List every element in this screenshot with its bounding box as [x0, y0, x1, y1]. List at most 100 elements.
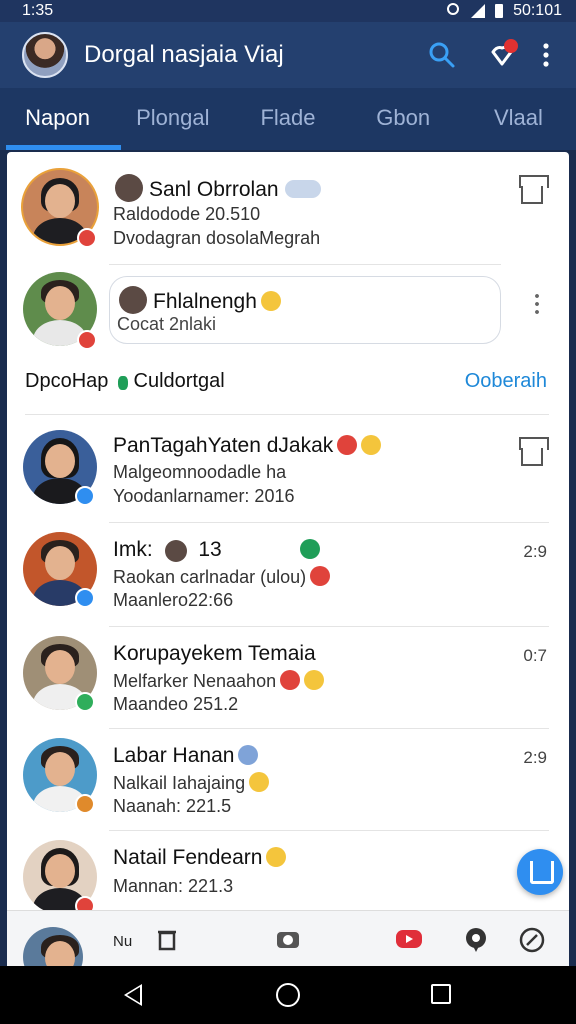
chat-time: 2:9 — [523, 542, 547, 561]
compose-fab[interactable] — [517, 849, 563, 895]
emoji-icon — [304, 670, 325, 690]
signal-icon — [471, 4, 486, 18]
story-name-line: Sanl Obrrolan — [115, 174, 321, 202]
camera-icon[interactable] — [275, 927, 299, 951]
chat-meta: Maanlero22:66 — [113, 590, 234, 610]
home-circle-icon[interactable] — [276, 983, 300, 1007]
notification-badge — [504, 39, 518, 53]
story-line2: Dvodagran dosolaMegrah — [113, 228, 321, 248]
more-vertical-icon[interactable] — [535, 292, 539, 314]
app-bar: Dorgal nasjaia Viaj — [0, 22, 576, 88]
chat-preview: Melfarker Nenaahon — [113, 671, 277, 691]
chat-preview: Mannan: 221.3 — [113, 876, 234, 896]
chat-list-item[interactable]: Labar Hanan 2:9 Nalkail Iahajaing Naanah… — [7, 730, 569, 832]
divider — [109, 830, 549, 831]
status-time: 1:35 — [22, 2, 54, 19]
section-title-text: DpcoHap — [25, 370, 109, 392]
home-icon[interactable] — [521, 186, 543, 204]
chat-meta: Maandeo 251.2 — [113, 694, 239, 714]
composer-name-line: Fhlalnengh — [119, 286, 281, 314]
chat-name: Korupayekem Temaia — [113, 642, 316, 665]
chat-name-line: PanTagahYaten dJakak — [113, 434, 382, 458]
video-icon[interactable] — [395, 927, 422, 951]
chat-name: Imk: — [113, 538, 153, 561]
chat-preview: Malgeomnoodadle ha — [113, 462, 287, 482]
chat-time: 0:7 — [523, 646, 547, 665]
status-badge — [75, 692, 95, 712]
chat-preview-line: Raokan carlnadar (ulou) — [113, 566, 331, 588]
story-row[interactable]: Sanl Obrrolan Raldodode 20.510 Dvodagran… — [7, 152, 569, 262]
chat-meta: Yoodanlarnamer: 2016 — [113, 486, 295, 506]
story-line1: Raldodode 20.510 — [113, 204, 261, 224]
status-badge — [77, 330, 97, 350]
chat-name-extra: 13 — [198, 538, 222, 561]
section-title-suffix: Culdortgal — [133, 370, 225, 392]
emoji-icon — [280, 670, 301, 690]
status-badge — [75, 794, 95, 814]
tab-plongal[interactable]: Plongal — [115, 88, 230, 150]
app-title: Dorgal nasjaia Viaj — [84, 41, 284, 68]
composer-input[interactable]: Cocat 2nlaki — [117, 314, 216, 335]
notifications-button[interactable] — [482, 35, 522, 75]
emoji-icon — [310, 566, 331, 586]
divider — [25, 414, 549, 415]
tab-bar: Napon Plongal Flade Gbon Vlaal — [0, 88, 576, 150]
profile-avatar[interactable] — [22, 32, 68, 78]
tab-gbon[interactable]: Gbon — [346, 88, 461, 150]
tab-vlaal[interactable]: Vlaal — [461, 88, 576, 150]
chat-name: Natail Fendearn — [113, 846, 263, 869]
chat-name: PanTagahYaten dJakak — [113, 434, 334, 457]
bottom-label: Nu — [113, 933, 133, 950]
battery-icon — [495, 4, 504, 18]
emoji-icon — [249, 772, 270, 792]
status-bar: 1:35 50:101 — [0, 0, 576, 22]
chat-list-item[interactable]: PanTagahYaten dJakak Malgeomnoodadle ha … — [7, 420, 569, 522]
composer-name: Fhlalnengh — [153, 290, 257, 313]
mini-avatar — [115, 174, 143, 202]
search-icon — [429, 42, 455, 68]
chat-preview-line: Melfarker Nenaahon — [113, 670, 325, 692]
chat-preview-line: Nalkail Iahajaing — [113, 772, 270, 794]
back-icon[interactable] — [124, 984, 142, 1006]
chat-time: 2:9 — [523, 748, 547, 767]
status-badge — [75, 588, 95, 608]
mini-avatar — [119, 286, 147, 314]
chat-list-item[interactable]: Natail Fendearn Mannan: 221.3 — [7, 832, 569, 916]
tab-napon[interactable]: Napon — [0, 88, 122, 150]
section-title: DpcoHap Culdortgal — [25, 370, 225, 393]
chat-preview: Raokan carlnadar (ulou) — [113, 567, 307, 587]
section-link[interactable]: Ooberaih — [465, 370, 547, 393]
emoji-icon — [260, 291, 281, 311]
chat-name-line: Imk: 13 — [113, 538, 320, 562]
emoji-icon — [337, 435, 358, 455]
recents-icon[interactable] — [431, 984, 451, 1004]
tab-flade[interactable]: Flade — [230, 88, 345, 150]
chat-meta: Naanah: 221.5 — [113, 796, 232, 816]
bottom-navigation: Nu — [7, 910, 569, 987]
chat-preview: Nalkail Iahajaing — [113, 773, 246, 793]
chat-bubble-icon[interactable] — [463, 927, 487, 952]
chat-name-line: Natail Fendearn — [113, 846, 287, 870]
more-vertical-icon — [543, 43, 549, 67]
overflow-menu-button[interactable] — [534, 35, 558, 75]
mute-icon — [238, 745, 259, 765]
trash-icon[interactable] — [155, 927, 179, 951]
chat-name-line: Labar Hanan — [113, 744, 259, 768]
search-button[interactable] — [422, 35, 462, 75]
divider — [109, 522, 549, 523]
divider — [109, 264, 501, 265]
chat-list-panel: Sanl Obrrolan Raldodode 20.510 Dvodagran… — [7, 152, 569, 965]
chat-name: Labar Hanan — [113, 744, 235, 767]
verified-pill-icon — [284, 180, 321, 198]
status-right-text: 50:101 — [513, 2, 562, 19]
status-badge — [75, 486, 95, 506]
compass-icon[interactable] — [519, 927, 545, 953]
status-icons: 50:101 — [445, 1, 562, 22]
home-icon[interactable] — [521, 448, 543, 466]
emoji-icon — [361, 435, 382, 455]
chat-list-item[interactable]: Imk: 13 2:9 Raokan carlnadar (ulou) Maan… — [7, 524, 569, 626]
divider — [109, 626, 549, 627]
story-name: Sanl Obrrolan — [149, 178, 279, 201]
chat-list-item[interactable]: Korupayekem Temaia 0:7 Melfarker Nenaaho… — [7, 628, 569, 730]
mini-avatar — [164, 540, 187, 562]
